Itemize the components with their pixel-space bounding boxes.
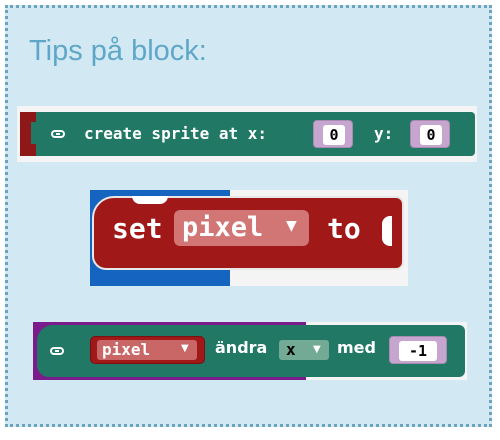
set-label: set: [112, 212, 163, 245]
med-label: med: [337, 338, 376, 357]
andra-label: ändra: [215, 338, 268, 357]
dropdown-arrow-icon: ▼: [181, 343, 189, 354]
dropdown-arrow-icon: ▼: [313, 344, 321, 355]
property-dropdown[interactable]: x ▼: [279, 340, 329, 360]
x-value[interactable]: 0: [323, 125, 345, 145]
link-icon: [51, 130, 65, 138]
panel-title: Tips på block:: [29, 35, 207, 67]
block-notch: [132, 196, 168, 204]
pixel-field[interactable]: pixel ▼: [97, 340, 197, 360]
dropdown-arrow-icon: ▼: [286, 218, 297, 234]
value-field[interactable]: -1: [389, 336, 447, 364]
y-value-field[interactable]: 0: [410, 120, 450, 148]
change-pixel-block[interactable]: pixel ▼ ändra x ▼ med -1: [37, 325, 465, 377]
pixel-dropdown[interactable]: pixel ▼: [174, 210, 309, 246]
pixel-dropdown[interactable]: pixel ▼: [90, 336, 205, 364]
block-notch: [31, 122, 40, 144]
pixel-dropdown-label: pixel: [102, 340, 151, 359]
create-sprite-block[interactable]: create sprite at x: 0 y: 0: [20, 112, 475, 156]
link-icon: [50, 347, 64, 355]
y-label: y:: [374, 124, 394, 143]
y-value[interactable]: 0: [420, 125, 442, 145]
change-value[interactable]: -1: [399, 341, 437, 361]
set-pixel-block[interactable]: set pixel ▼ to: [92, 196, 404, 270]
x-value-field[interactable]: 0: [313, 120, 353, 148]
property-label: x: [286, 340, 296, 359]
to-label: to: [327, 212, 361, 245]
pixel-dropdown-label: pixel: [182, 212, 264, 243]
input-socket[interactable]: [382, 216, 392, 246]
create-sprite-label: create sprite at x:: [84, 124, 268, 143]
